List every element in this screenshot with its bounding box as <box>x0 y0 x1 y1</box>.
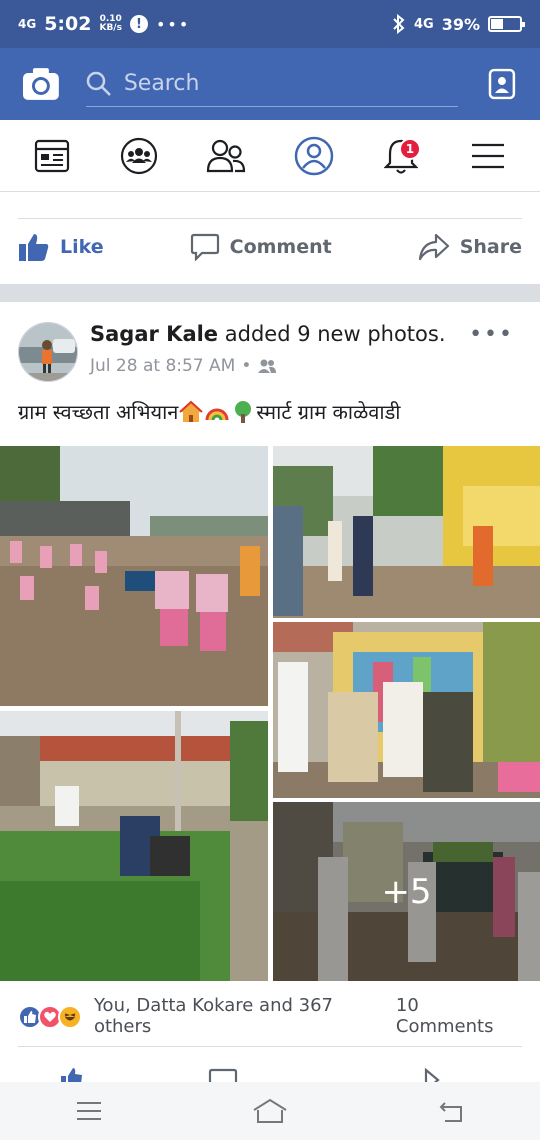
like-button[interactable]: Like <box>18 232 104 262</box>
post-photo-5[interactable]: +5 <box>273 802 540 981</box>
post-action-row <box>18 1066 522 1082</box>
share-icon <box>424 1067 440 1082</box>
post-text: ग्राम स्वच्छता अभियान स्मार्ट ग्राम काळे… <box>18 398 400 425</box>
battery-fill <box>491 19 503 29</box>
news-feed-icon <box>34 139 69 172</box>
comment-label: Comment <box>229 236 332 258</box>
like-icon <box>19 234 49 261</box>
signal-label: 4G <box>413 16 434 32</box>
divider <box>18 1046 522 1047</box>
post-title: Sagar Kale added 9 new photos. <box>90 322 446 346</box>
nav-tabs: 1 <box>0 120 540 192</box>
audience-friends-icon[interactable] <box>257 358 277 374</box>
more-photos-overlay[interactable]: +5 <box>273 802 540 981</box>
divider <box>18 218 522 219</box>
comments-count[interactable]: 10 Comments <box>396 995 522 1037</box>
rainbow-emoji-icon <box>205 408 229 420</box>
post-action: added 9 new photos. <box>224 322 446 346</box>
top-header: Search <box>0 48 540 120</box>
speed-unit: KB/s <box>99 23 122 33</box>
tab-groups[interactable] <box>109 126 169 186</box>
reactions-summary: You, Datta Kokare and 367 others 10 Comm… <box>18 995 522 1037</box>
groups-icon <box>120 137 158 174</box>
haha-reaction-icon <box>58 1005 82 1029</box>
status-overflow: ••• <box>155 14 191 34</box>
more-photos-count: +5 <box>381 871 432 912</box>
search-placeholder: Search <box>123 71 200 96</box>
profile-icon <box>294 136 333 175</box>
search-icon <box>86 71 111 96</box>
avatar-photo <box>19 323 77 381</box>
action-row: Like Comment Share <box>18 232 522 262</box>
battery-percent: 39% <box>441 14 480 34</box>
avatar[interactable] <box>18 322 78 382</box>
reactions-text[interactable]: You, Datta Kokare and 367 others <box>94 995 396 1037</box>
more-options-button[interactable]: ••• <box>469 322 514 347</box>
feed-separator <box>0 284 540 302</box>
network-indicator: 4G <box>18 17 37 31</box>
android-menu-icon[interactable] <box>75 1100 103 1122</box>
share-button[interactable]: Share <box>418 233 522 261</box>
photo-children-cleaning <box>0 446 268 706</box>
tab-notifications[interactable]: 1 <box>371 126 431 186</box>
post-timestamp[interactable]: Jul 28 at 8:57 AM <box>90 356 235 376</box>
alert-icon: ! <box>129 15 148 33</box>
reaction-icons[interactable] <box>18 1003 94 1029</box>
clock: 5:02 <box>44 13 92 35</box>
tab-menu[interactable] <box>458 126 518 186</box>
photo-wall-cleaning <box>273 446 540 618</box>
post-photo-2[interactable] <box>273 446 540 618</box>
tree-emoji-icon <box>235 400 252 423</box>
comment-button[interactable]: Comment <box>190 233 332 261</box>
previous-post-actions: Like Comment Share <box>0 192 540 284</box>
notification-badge: 1 <box>398 137 421 160</box>
house-emoji-icon <box>179 400 204 422</box>
share-button[interactable] <box>410 1066 510 1082</box>
post-photo-1[interactable] <box>0 446 268 706</box>
bluetooth-icon <box>393 14 405 34</box>
comment-icon <box>208 1068 238 1082</box>
camera-icon[interactable] <box>22 67 60 101</box>
tab-friends[interactable] <box>196 126 256 186</box>
meta-separator: • <box>241 356 252 376</box>
comment-icon <box>190 233 219 261</box>
like-button[interactable] <box>60 1066 150 1082</box>
battery-icon <box>488 16 525 32</box>
comment-button[interactable] <box>208 1066 328 1082</box>
android-back-icon[interactable] <box>437 1099 465 1123</box>
share-label: Share <box>459 236 522 258</box>
author-name[interactable]: Sagar Kale <box>90 322 218 346</box>
like-label: Like <box>60 236 104 258</box>
android-navigation-bar <box>0 1082 540 1140</box>
network-speed: 0.10 KB/s <box>99 15 121 33</box>
like-icon <box>61 1068 82 1082</box>
post-header: Sagar Kale added 9 new photos. Jul 28 at… <box>0 302 540 392</box>
search-field[interactable]: Search <box>85 61 459 107</box>
tab-news-feed[interactable] <box>22 126 82 186</box>
menu-icon <box>472 143 505 168</box>
share-icon <box>418 233 449 261</box>
post-text-part2: स्मार्ट ग्राम काळेवाडी <box>256 400 401 424</box>
post-meta: Jul 28 at 8:57 AM • <box>90 356 277 376</box>
friends-icon <box>207 139 246 172</box>
photo-weeding <box>0 711 268 981</box>
photo-mural-cleaning <box>273 622 540 798</box>
post-text-part1: ग्राम स्वच्छता अभियान <box>18 400 179 424</box>
android-home-icon[interactable] <box>252 1098 288 1124</box>
post-photo-3[interactable] <box>0 711 268 981</box>
post-photo-4[interactable] <box>273 622 540 798</box>
messenger-icon[interactable] <box>488 68 518 100</box>
status-bar: 4G 5:02 0.10 KB/s ! ••• 4G 39% <box>0 0 540 48</box>
tab-profile[interactable] <box>284 126 344 186</box>
